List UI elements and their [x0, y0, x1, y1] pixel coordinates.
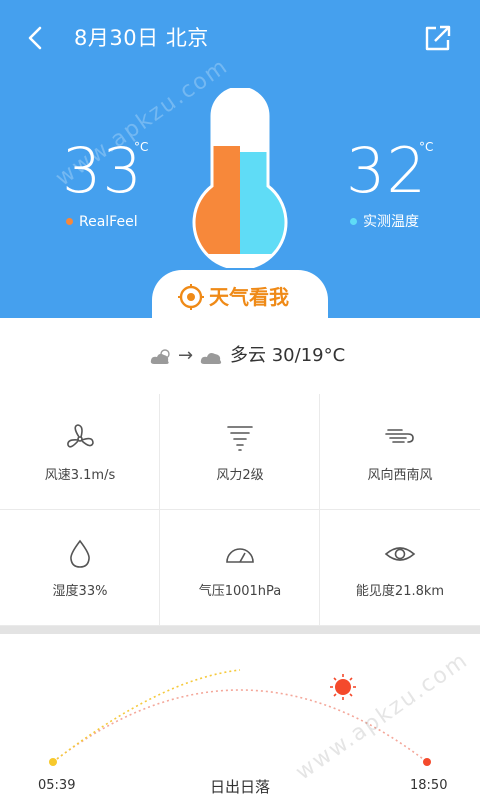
top-bar: 8月30日 北京	[0, 0, 480, 76]
brand-name: 天气看我	[209, 285, 289, 309]
page-title: 8月30日 北京	[74, 26, 209, 50]
section-divider	[0, 626, 480, 634]
realfeel-temperature: 33	[62, 134, 143, 207]
sunrise-point	[49, 758, 57, 766]
detail-label: 风速3.1m/s	[44, 468, 116, 483]
realfeel-unit: °C	[134, 140, 149, 154]
detail-label: 能见度21.8km	[355, 584, 445, 599]
gauge-icon	[226, 548, 254, 563]
droplet-icon	[70, 539, 90, 568]
detail-label: 风力2级	[216, 468, 264, 483]
detail-humidity: 湿度33%	[0, 510, 160, 626]
forecast-arrow: →	[178, 345, 194, 366]
eye-icon	[384, 547, 416, 561]
detail-label: 湿度33%	[52, 584, 108, 599]
measured-temperature: 32	[346, 134, 427, 207]
sunrise-sunset-label: 日出日落	[209, 778, 270, 796]
weather-details-grid: 风速3.1m/s 风力2级 风向西南风 湿度33% 气压1001hPa 能见度2…	[0, 394, 480, 626]
sunset-time: 18:50	[410, 778, 448, 793]
sunset-point	[423, 758, 431, 766]
partly-cloudy-icon	[150, 349, 170, 364]
measured-unit: °C	[419, 140, 434, 154]
sun-icon	[330, 674, 356, 700]
detail-visibility: 能见度21.8km	[320, 510, 480, 626]
detail-pressure: 气压1001hPa	[160, 510, 320, 626]
measured-label: 实测温度	[363, 214, 419, 230]
fan-icon	[67, 424, 94, 448]
detail-wind-speed: 风速3.1m/s	[0, 394, 160, 510]
wind-icon	[385, 429, 414, 443]
share-icon[interactable]	[420, 22, 454, 54]
cloud-icon	[200, 353, 222, 364]
forecast-text: 多云 30/19°C	[230, 345, 346, 366]
tornado-icon	[227, 426, 253, 451]
measured-caption: 实测温度	[350, 213, 419, 231]
forecast-summary: → 多云 30/19°C	[0, 318, 480, 395]
thermometer-icon	[192, 88, 288, 268]
sunrise-sunset-panel: www.apkzu.com 05:39 日出日落 18:50	[0, 634, 480, 800]
measured-dot	[350, 218, 357, 225]
chevron-left-icon[interactable]	[20, 22, 52, 54]
detail-label: 风向西南风	[367, 468, 433, 483]
brand-logo-icon	[178, 284, 204, 310]
realfeel-caption: RealFeel	[66, 213, 138, 231]
realfeel-dot	[66, 218, 73, 225]
realfeel-label: RealFeel	[79, 214, 138, 230]
detail-wind-force: 风力2级	[160, 394, 320, 510]
detail-label: 气压1001hPa	[198, 584, 282, 599]
detail-wind-direction: 风向西南风	[320, 394, 480, 510]
